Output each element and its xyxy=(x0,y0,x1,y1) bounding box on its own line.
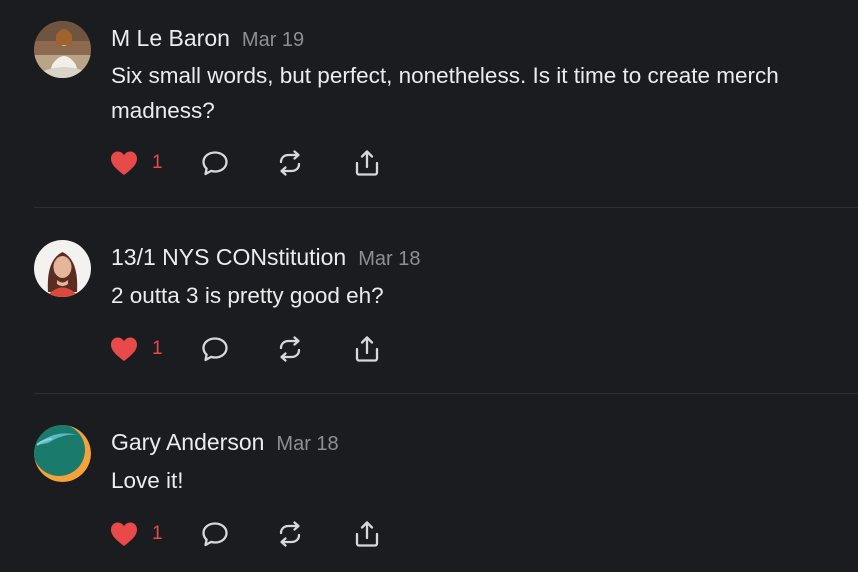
like-button[interactable]: 1 xyxy=(108,147,163,179)
comment-text: 2 outta 3 is pretty good eh? xyxy=(111,283,384,308)
repost-icon xyxy=(279,336,301,362)
comment-feed: M Le Baron Mar 19 Six small words, but pe… xyxy=(0,0,858,572)
heart-icon xyxy=(111,337,137,361)
share-button[interactable] xyxy=(352,333,382,365)
repost-button[interactable] xyxy=(275,518,305,550)
author-name[interactable]: 13/1 NYS CONstitution xyxy=(111,244,346,270)
avatar[interactable] xyxy=(34,425,91,482)
repost-icon xyxy=(279,150,301,176)
author-name[interactable]: Gary Anderson xyxy=(111,429,264,455)
share-button[interactable] xyxy=(352,147,382,179)
reply-bubble-icon xyxy=(202,337,228,362)
like-count: 1 xyxy=(152,338,163,359)
comment-header: Gary Anderson Mar 18 xyxy=(111,427,339,461)
reply-button[interactable] xyxy=(200,333,230,365)
comment-date[interactable]: Mar 19 xyxy=(242,29,304,51)
reply-bubble-icon xyxy=(202,151,228,176)
repost-button[interactable] xyxy=(275,333,305,365)
comment-header: 13/1 NYS CONstitution Mar 18 xyxy=(111,242,420,276)
author-name[interactable]: M Le Baron xyxy=(111,25,230,51)
avatar[interactable] xyxy=(34,240,91,297)
comment-text: Love it! xyxy=(111,468,184,493)
divider xyxy=(34,207,858,208)
share-icon xyxy=(355,150,379,176)
like-count: 1 xyxy=(152,523,163,544)
like-count: 1 xyxy=(152,152,163,173)
reply-button[interactable] xyxy=(200,147,230,179)
share-icon xyxy=(355,521,379,547)
share-icon xyxy=(355,336,379,362)
reply-bubble-icon xyxy=(202,522,228,547)
comment-text: Six small words, but perfect, nonetheles… xyxy=(111,63,779,123)
repost-icon xyxy=(279,521,301,547)
comment-date[interactable]: Mar 18 xyxy=(358,248,420,270)
share-button[interactable] xyxy=(352,518,382,550)
comment-date[interactable]: Mar 18 xyxy=(276,433,338,455)
like-button[interactable]: 1 xyxy=(108,518,163,550)
repost-button[interactable] xyxy=(275,147,305,179)
comment-header: M Le Baron Mar 19 xyxy=(111,23,304,57)
reply-button[interactable] xyxy=(200,518,230,550)
like-button[interactable]: 1 xyxy=(108,333,163,365)
heart-icon xyxy=(111,522,137,546)
divider xyxy=(34,393,858,394)
avatar[interactable] xyxy=(34,21,91,78)
heart-icon xyxy=(111,151,137,175)
